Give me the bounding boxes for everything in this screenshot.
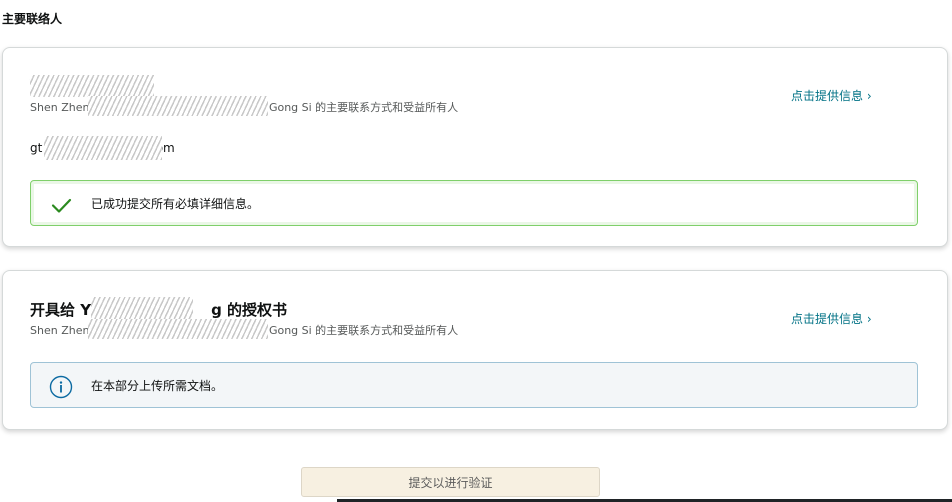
contact-subtitle-end: Gong Si 的主要联系方式和受益所有人 — [268, 101, 459, 114]
provide-info-link-authorization[interactable]: 点击提供信息 › — [791, 310, 872, 327]
success-alert: 已成功提交所有必填详细信息。 — [30, 180, 918, 226]
primary-contact-card: Y Shen Zhen Gong Si 的主要联系方式和受益所有人 gtk.co… — [2, 47, 948, 247]
section-title: 主要联络人 — [2, 12, 63, 26]
redaction-name — [30, 75, 154, 97]
redaction-email — [44, 136, 162, 160]
contact-email-start: gt — [30, 141, 43, 155]
info-icon — [49, 375, 73, 399]
provide-info-link-contact[interactable]: 点击提供信息 › — [791, 87, 872, 104]
authorization-subtitle-start: Shen Zhen — [30, 324, 90, 337]
redaction-subtitle — [88, 96, 268, 116]
info-message: 在本部分上传所需文档。 — [91, 379, 224, 393]
authorization-letter-card: 开具给 Y g 的授权书 Shen Zhen Gong Si 的主要联系方式和受益… — [2, 270, 948, 430]
contact-subtitle-start: Shen Zhen — [30, 101, 90, 114]
authorization-title-end: g 的授权书 — [211, 301, 288, 319]
info-alert: 在本部分上传所需文档。 — [30, 362, 918, 408]
check-icon — [49, 193, 73, 217]
success-message: 已成功提交所有必填详细信息。 — [91, 197, 260, 211]
authorization-title-start: 开具给 Y — [30, 301, 92, 319]
authorization-subtitle-end: Gong Si 的主要联系方式和受益所有人 — [268, 324, 459, 337]
redaction-authorization-subtitle — [88, 319, 268, 339]
redaction-authorization-name — [91, 297, 193, 319]
submit-for-verification-button[interactable]: 提交以进行验证 — [301, 467, 600, 497]
